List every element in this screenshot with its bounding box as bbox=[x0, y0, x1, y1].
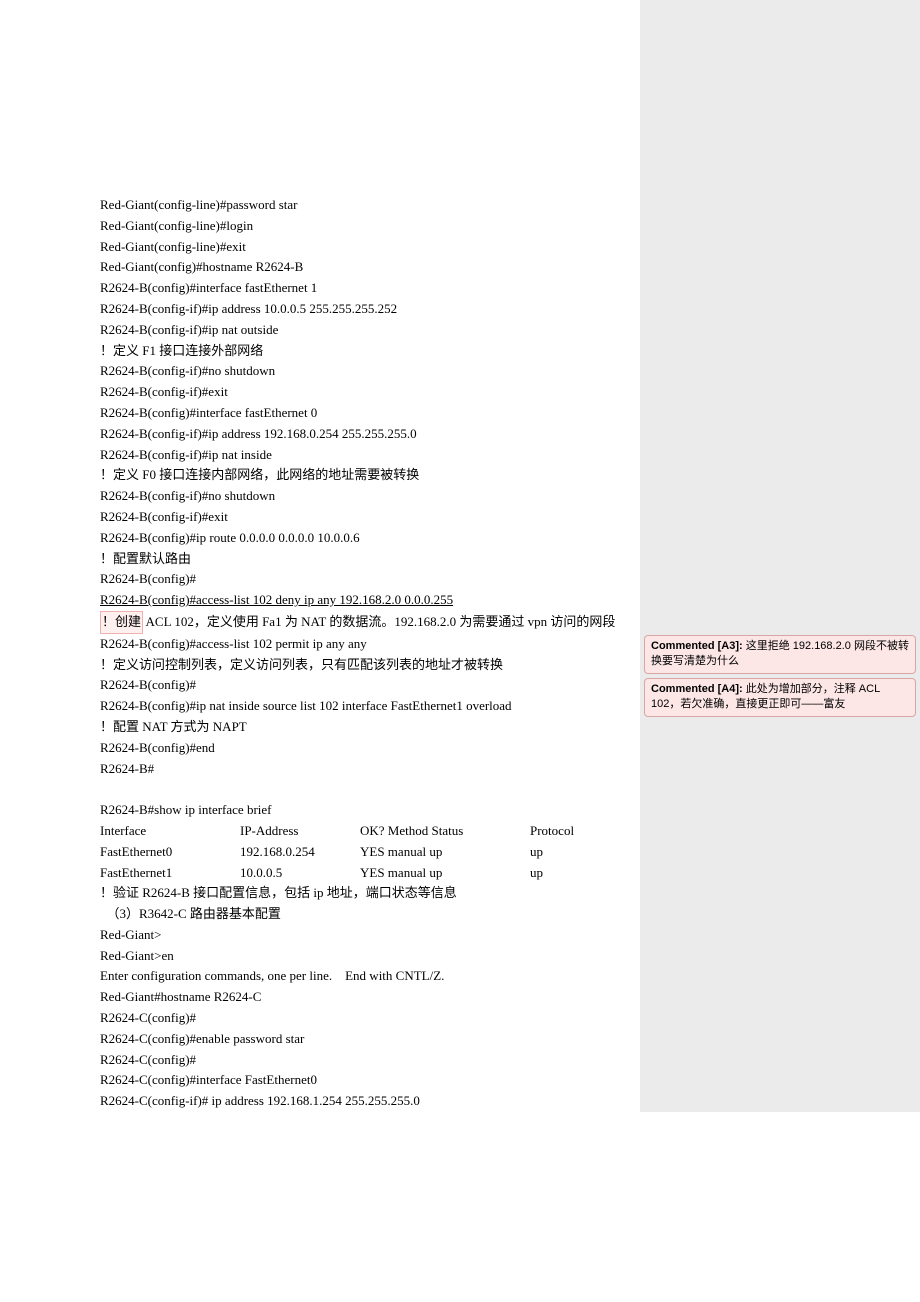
config-line: Red-Giant> bbox=[100, 925, 640, 946]
comments-sidebar: Commented [A3]: 这里拒绝 192.168.2.0 网段不被转换要… bbox=[640, 0, 920, 1112]
table-header: Interface bbox=[100, 821, 240, 842]
config-line: Red-Giant#hostname R2624-C bbox=[100, 987, 640, 1008]
config-line: R2624-B(config)#interface fastEthernet 0 bbox=[100, 403, 640, 424]
table-cell: YES manual up bbox=[360, 863, 530, 884]
table-cell: FastEthernet0 bbox=[100, 842, 240, 863]
comment-balloon[interactable]: Commented [A4]: 此处为增加部分，注释 ACL 102，若欠准确，… bbox=[644, 678, 916, 717]
config-line: R2624-B(config-if)#ip nat outside bbox=[100, 320, 640, 341]
config-line-with-comment-anchor: R2624-B(config)#access-list 102 deny ip … bbox=[100, 590, 640, 611]
config-line: Enter configuration commands, one per li… bbox=[100, 966, 640, 987]
comment-line: ！定义 F1 接口连接外部网络 bbox=[100, 341, 640, 362]
config-line: Red-Giant(config-line)#password star bbox=[100, 195, 640, 216]
config-line: R2624-B(config)#interface fastEthernet 1 bbox=[100, 278, 640, 299]
blank-line bbox=[100, 779, 640, 800]
comment-balloon[interactable]: Commented [A3]: 这里拒绝 192.168.2.0 网段不被转换要… bbox=[644, 635, 916, 674]
config-line: R2624-B(config)#access-list 102 permit i… bbox=[100, 634, 640, 655]
table-cell: 10.0.0.5 bbox=[240, 863, 360, 884]
config-line: R2624-B(config-if)#ip address 192.168.0.… bbox=[100, 424, 640, 445]
config-line: R2624-B(config)#end bbox=[100, 738, 640, 759]
config-line: Red-Giant(config-line)#exit bbox=[100, 237, 640, 258]
config-line: R2624-B(config)# bbox=[100, 675, 640, 696]
config-line: R2624-B(config-if)#exit bbox=[100, 382, 640, 403]
config-line: R2624-B(config)#ip route 0.0.0.0 0.0.0.0… bbox=[100, 528, 640, 549]
config-line: R2624-C(config)#enable password star bbox=[100, 1029, 640, 1050]
comment-label: Commented [A4]: bbox=[651, 683, 743, 695]
config-line: R2624-B(config-if)#ip nat inside bbox=[100, 445, 640, 466]
config-line: R2624-B(config)#ip nat inside source lis… bbox=[100, 696, 640, 717]
section-heading: （3）R3642-C 路由器基本配置 bbox=[100, 904, 640, 925]
document-body: Red-Giant(config-line)#password star Red… bbox=[0, 0, 640, 1112]
comment-line: ！验证 R2624-B 接口配置信息，包括 ip 地址，端口状态等信息 bbox=[100, 883, 640, 904]
config-line: R2624-B(config-if)#no shutdown bbox=[100, 361, 640, 382]
comment-line: ！定义访问控制列表，定义访问列表，只有匹配该列表的地址才被转换 bbox=[100, 655, 640, 676]
comment-label: Commented [A3]: bbox=[651, 640, 743, 652]
config-line: R2624-C(config)# bbox=[100, 1008, 640, 1029]
table-cell: FastEthernet1 bbox=[100, 863, 240, 884]
comment-line: ！定义 F0 接口连接内部网络，此网络的地址需要被转换 bbox=[100, 465, 640, 486]
highlight-segment: ！创建 bbox=[100, 611, 143, 634]
config-line: R2624-B(config-if)#exit bbox=[100, 507, 640, 528]
config-line: Red-Giant(config)#hostname R2624-B bbox=[100, 257, 640, 278]
config-line: R2624-C(config)#interface FastEthernet0 bbox=[100, 1070, 640, 1091]
config-line: Red-Giant>en bbox=[100, 946, 640, 967]
table-cell: YES manual up bbox=[360, 842, 530, 863]
table-row: FastEthernet0 192.168.0.254 YES manual u… bbox=[100, 842, 640, 863]
config-line: R2624-B(config)# bbox=[100, 569, 640, 590]
config-line: R2624-C(config)# bbox=[100, 1050, 640, 1071]
config-line: R2624-B(config-if)#no shutdown bbox=[100, 486, 640, 507]
config-line: R2624-B#show ip interface brief bbox=[100, 800, 640, 821]
table-header-row: Interface IP-Address OK? Method Status P… bbox=[100, 821, 640, 842]
table-row: FastEthernet1 10.0.0.5 YES manual up up bbox=[100, 863, 640, 884]
table-cell: 192.168.0.254 bbox=[240, 842, 360, 863]
config-line: R2624-B# bbox=[100, 759, 640, 780]
table-cell: up bbox=[530, 842, 590, 863]
table-cell: up bbox=[530, 863, 590, 884]
commented-text: R2624-B(config)#access-list 102 deny ip … bbox=[100, 592, 453, 607]
config-line: R2624-B(config-if)#ip address 10.0.0.5 2… bbox=[100, 299, 640, 320]
table-header: IP-Address bbox=[240, 821, 360, 842]
comment-line-highlighted: ！创建 ACL 102，定义使用 Fa1 为 NAT 的数据流。192.168.… bbox=[100, 611, 640, 634]
table-header: OK? Method Status bbox=[360, 821, 530, 842]
text-segment: ACL 102，定义使用 Fa1 为 NAT 的数据流。192.168.2.0 … bbox=[143, 614, 615, 629]
config-line: Red-Giant(config-line)#login bbox=[100, 216, 640, 237]
config-line: R2624-C(config-if)# ip address 192.168.1… bbox=[100, 1091, 640, 1112]
comment-line: ！配置默认路由 bbox=[100, 549, 640, 570]
table-header: Protocol bbox=[530, 821, 590, 842]
comment-line: ！配置 NAT 方式为 NAPT bbox=[100, 717, 640, 738]
